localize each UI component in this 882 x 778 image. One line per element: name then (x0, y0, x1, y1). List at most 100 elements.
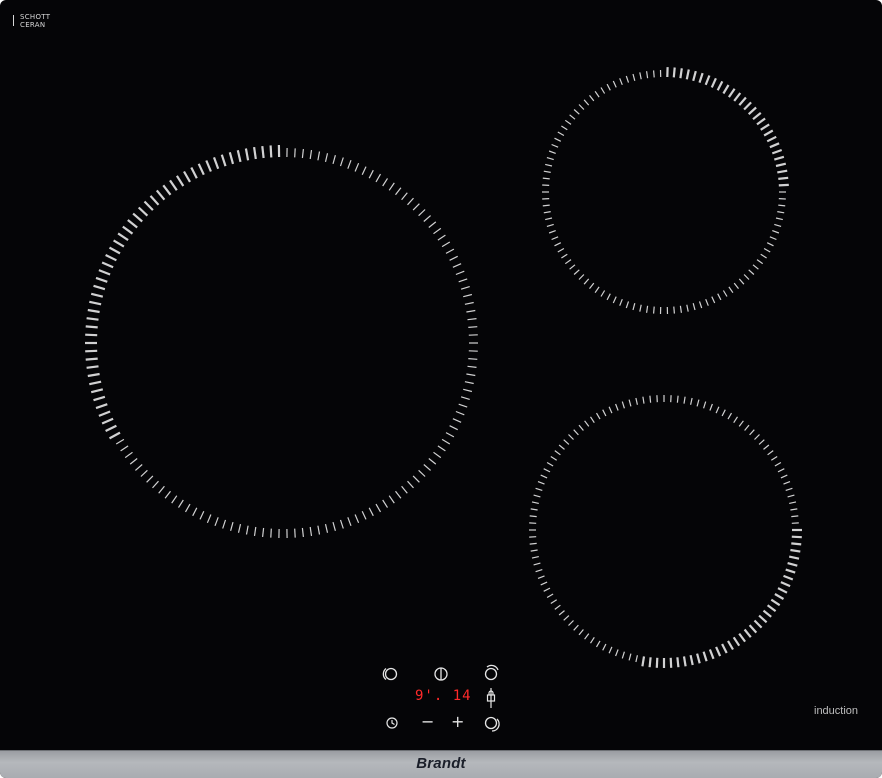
zone-tick-mark (763, 247, 771, 253)
zone-tick-mark (401, 192, 408, 201)
zone-tick-mark (676, 395, 679, 403)
zone-tick-mark (775, 162, 787, 168)
zone-tick-mark (530, 549, 538, 552)
zone-tick-mark (86, 365, 99, 369)
zone-tick-mark (468, 326, 478, 328)
zone-tick-mark (301, 149, 304, 159)
zone-tick-mark (743, 101, 752, 111)
zone-tick-mark (606, 293, 611, 301)
zone-tick-mark (766, 135, 777, 143)
zone-tick-mark (463, 388, 473, 393)
zone-tick-mark (573, 429, 579, 436)
zone-tick-mark (727, 640, 734, 651)
zone-tick-mark (682, 656, 687, 667)
zone-tick-mark (589, 416, 595, 424)
zone-tick-mark (548, 150, 556, 154)
zone-tick-mark (738, 96, 747, 106)
zone-tick-mark (653, 306, 655, 314)
zone-tick-mark (655, 657, 659, 668)
zone-tick-mark (762, 609, 772, 618)
zone-tick-mark (452, 418, 462, 423)
lock-icon[interactable] (485, 688, 497, 708)
zone-tick-mark (423, 215, 431, 222)
zone-tick-mark (752, 264, 759, 270)
zone-tick-mark (458, 403, 468, 408)
zone-tick-mark (262, 527, 265, 537)
zone-tick-mark (669, 657, 673, 668)
zone-tick-mark (717, 293, 722, 301)
zone-tick-mark (777, 468, 785, 473)
zone-tick-mark (769, 142, 780, 149)
zone-tick-mark (127, 219, 138, 229)
zone-tick-mark (533, 494, 541, 498)
zone-tick-mark (727, 88, 736, 98)
zone-tick-mark (708, 649, 715, 660)
zone-tick-mark (685, 69, 690, 80)
zone-tick-mark (309, 150, 313, 160)
zone-tick-mark (460, 286, 470, 290)
zone-tick-mark (437, 234, 446, 241)
logo-line-1: SCHOTT (20, 13, 51, 21)
zone-tick-mark (190, 166, 198, 179)
zone-tick-mark (441, 241, 451, 248)
zone-tick-mark (642, 396, 645, 404)
zone-tick-mark (418, 209, 426, 217)
zone-tick-mark (135, 464, 143, 471)
zone-tick-mark (595, 640, 601, 648)
zone-tick-mark (561, 253, 568, 259)
zone-tick-mark (615, 403, 619, 411)
zone-tick-mark (783, 481, 791, 485)
zone-tick-mark (347, 517, 352, 527)
zone-tick-mark (686, 304, 689, 312)
zone-tick-mark (578, 274, 585, 280)
zone-tick-mark (673, 306, 675, 314)
zone-tick-mark (704, 75, 711, 86)
plus-icon[interactable]: + (451, 714, 464, 730)
zone-tick-mark (632, 303, 636, 311)
zone-tick-mark (791, 542, 802, 546)
zone-tick-mark (545, 217, 553, 221)
timer-icon[interactable] (385, 716, 399, 730)
zone-tick-mark (428, 221, 437, 228)
zone-tick-mark (752, 112, 762, 121)
zone-tick-mark (569, 114, 576, 120)
minus-icon[interactable]: − (421, 714, 434, 730)
zone-tick-mark (543, 170, 551, 173)
zone-tick-mark (401, 485, 408, 494)
zone-tick-mark (222, 519, 227, 529)
zone-tick-mark (743, 274, 750, 280)
schott-ceran-logo: SCHOTT CERAN (13, 13, 50, 29)
zone-tick-mark (86, 317, 99, 321)
zone-tick-mark (748, 624, 758, 634)
zone-tick-mark (205, 160, 212, 172)
zone-tick-mark (466, 309, 476, 313)
zone-tick-mark (756, 117, 766, 126)
zone-tick-mark (245, 525, 249, 535)
zone-tick-mark (551, 143, 559, 148)
induction-hob: SCHOTT CERAN induction 9'. 14 − + Brandt (0, 0, 882, 778)
zone-tick-mark (635, 655, 638, 663)
zone-tick-mark (339, 519, 344, 529)
zone-top-right-select-icon[interactable] (483, 664, 501, 682)
zone-tick-mark (758, 439, 765, 445)
zone-tick-mark (113, 239, 125, 248)
zone-left-select-icon[interactable] (381, 666, 399, 682)
zone-tick-mark (132, 212, 143, 223)
zone-tick-mark (703, 401, 707, 409)
zone-tick-mark (749, 429, 755, 436)
zone-tick-mark (738, 278, 745, 285)
zone-tick-mark (769, 236, 777, 241)
zone-tick-mark (550, 455, 558, 461)
zone-tick-mark (744, 424, 750, 431)
zone-bottom-right-select-icon[interactable] (483, 715, 501, 733)
induction-label: induction (814, 705, 859, 717)
zone-tick-mark (788, 555, 800, 560)
zone-tick-mark (558, 444, 565, 450)
zone-tick-mark (770, 455, 778, 461)
power-icon[interactable] (433, 666, 449, 682)
zone-tick-mark (705, 298, 709, 306)
zone-tick-mark (155, 189, 166, 201)
zone-tick-mark (437, 445, 446, 452)
zone-tick-mark (270, 528, 272, 538)
zone-tick-mark (696, 399, 700, 407)
